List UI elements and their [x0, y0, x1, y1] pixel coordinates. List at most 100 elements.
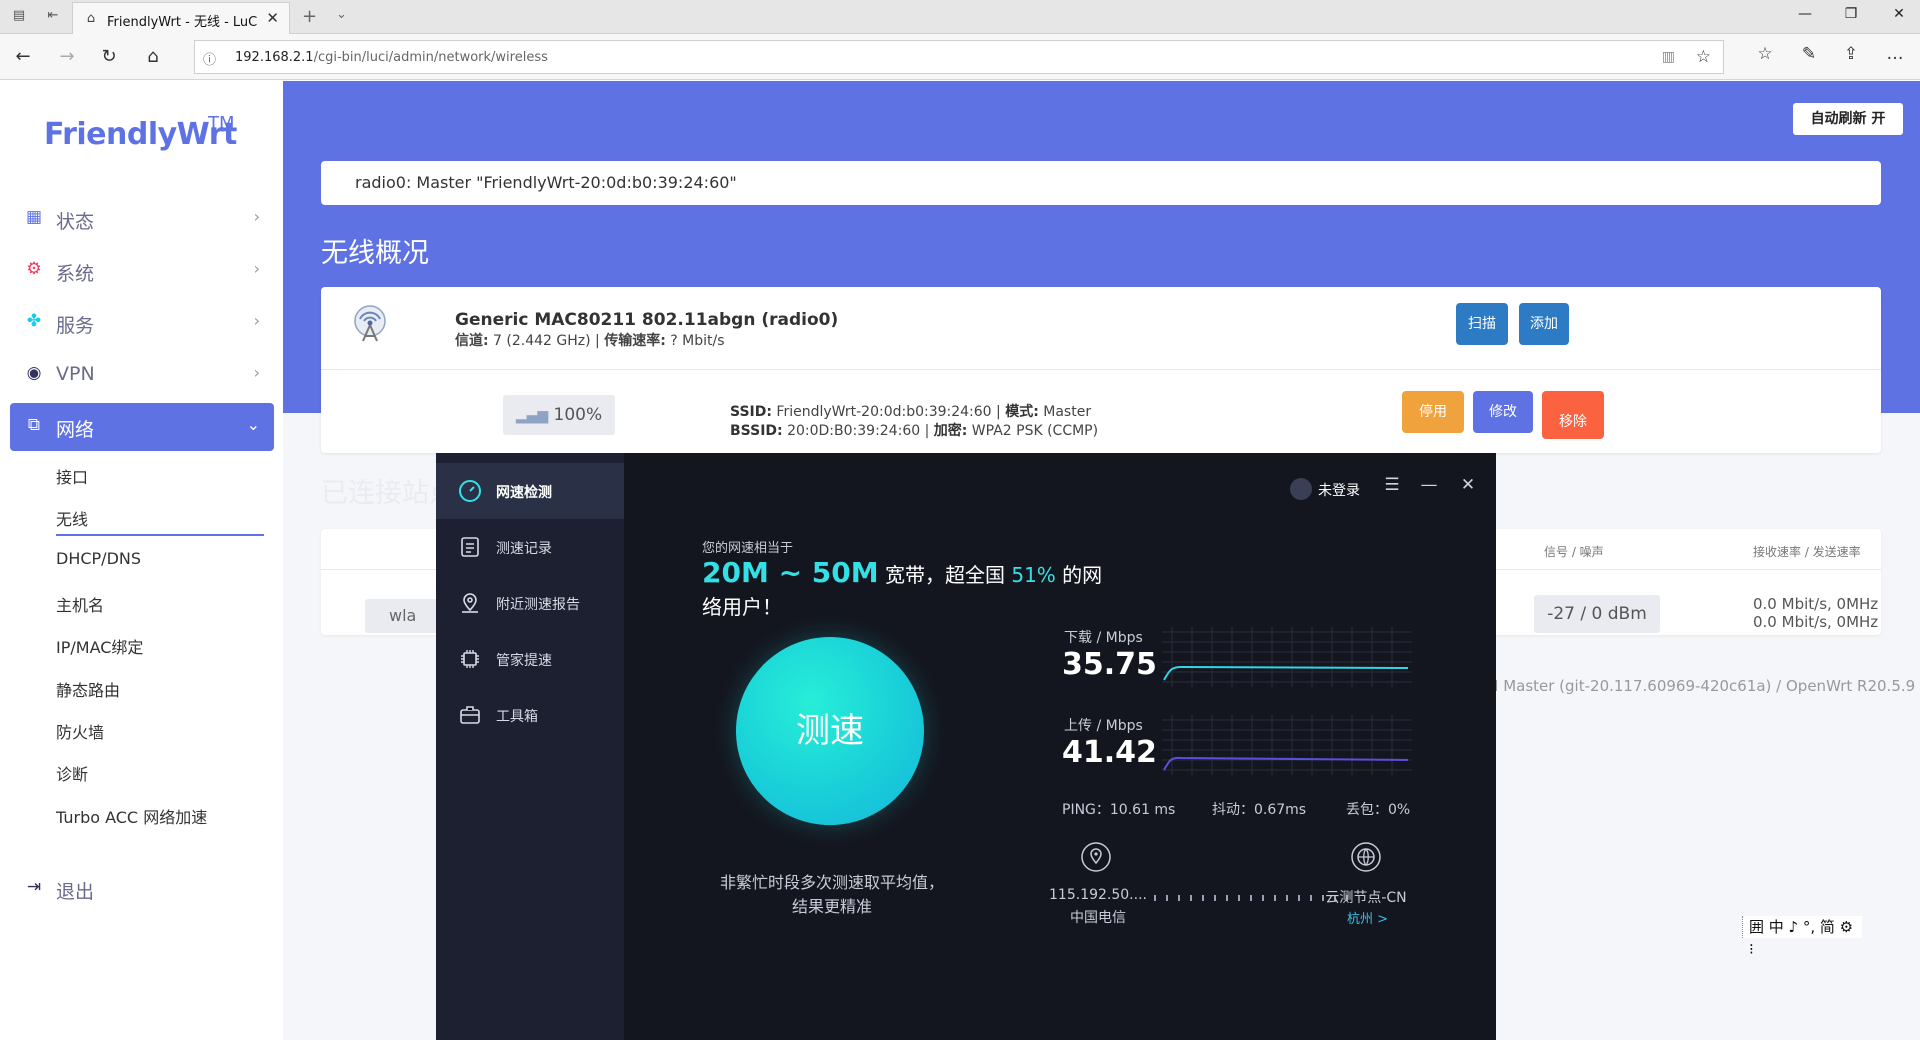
nav-nearby-report[interactable]: 附近测速报告: [436, 575, 624, 631]
menu-label: 状态: [56, 211, 95, 233]
speedometer-icon: [459, 480, 481, 502]
mode-label: 模式:: [1005, 404, 1039, 420]
radio-status-bar: radio0: Master "FriendlyWrt-20:0d:b0:39:…: [321, 161, 1881, 205]
nav-toolbox[interactable]: 工具箱: [436, 687, 624, 743]
autorefresh-button[interactable]: 自动刷新 开: [1793, 103, 1903, 135]
tab-overview-icon[interactable]: ▤: [10, 8, 28, 24]
menu-item-status[interactable]: ▦ 状态 ›: [10, 195, 274, 241]
submenu-ip-mac-binding[interactable]: IP/MAC绑定: [56, 634, 143, 658]
grid-icon: ▦: [25, 207, 43, 227]
start-test-button[interactable]: 测速: [736, 637, 924, 825]
logout-icon: ⇥: [26, 877, 42, 897]
new-tab-icon[interactable]: +: [302, 6, 317, 27]
menu-item-logout[interactable]: ⇥ 退出: [10, 865, 274, 911]
result-percent: 51%: [1011, 563, 1056, 587]
menu-item-network[interactable]: ⧉ 网络 ⌄: [10, 403, 274, 451]
disable-button[interactable]: 停用: [1402, 391, 1464, 433]
tab-title: FriendlyWrt - 无线 - LuC: [107, 15, 257, 30]
favorite-star-icon[interactable]: ☆: [1696, 47, 1711, 67]
signal-bars-icon: ▂▄▆: [515, 408, 549, 424]
browser-tab[interactable]: ⌂ FriendlyWrt - 无线 - LuC ✕: [72, 2, 290, 34]
submenu-dhcp-dns[interactable]: DHCP/DNS: [56, 549, 141, 568]
favorites-list-icon[interactable]: ☆: [1752, 44, 1778, 64]
signal-value: 100%: [553, 405, 603, 425]
server-city-link[interactable]: 杭州 >: [1347, 908, 1388, 927]
submenu-diagnostics[interactable]: 诊断: [56, 761, 88, 785]
user-status: 未登录: [1318, 483, 1360, 499]
channel-value: 7 (2.442 GHz) |: [488, 333, 605, 349]
forward-icon[interactable]: →: [54, 44, 80, 70]
location-pin-icon: [462, 593, 478, 613]
chip-icon: [461, 650, 479, 668]
wireless-device-icon: [354, 305, 386, 342]
browser-nav-bar: ← → ↻ ⌂ ⓘ 192.168.2.1/cgi-bin/luci/admin…: [0, 34, 1920, 80]
close-icon[interactable]: ✕: [1458, 475, 1478, 495]
menu-icon[interactable]: ☰: [1382, 475, 1402, 495]
home-icon[interactable]: ⌂: [140, 44, 166, 70]
nav-label: 工具箱: [496, 709, 538, 725]
menu-item-vpn[interactable]: ◉ VPN ›: [10, 351, 274, 397]
menu-item-services[interactable]: ✤ 服务 ›: [10, 299, 274, 345]
download-graph: [1162, 627, 1412, 687]
restore-icon[interactable]: ❐: [1836, 6, 1866, 22]
tab-aside-icon[interactable]: ⇤: [44, 8, 62, 24]
ssid-label: SSID:: [730, 404, 772, 420]
result-range: 20M ~ 50M: [702, 556, 879, 589]
server-node: 云测节点-CN: [1325, 890, 1407, 906]
download-label: 下载 / Mbps: [1064, 630, 1143, 646]
submenu-interfaces[interactable]: 接口: [56, 464, 88, 488]
submenu-firewall[interactable]: 防火墙: [56, 719, 104, 743]
divider: [321, 369, 1881, 370]
result-text: 宽带，超全国: [878, 563, 1012, 587]
avatar: [1290, 478, 1312, 500]
refresh-icon[interactable]: ↻: [96, 44, 122, 70]
close-window-icon[interactable]: ✕: [1884, 6, 1914, 22]
minimize-icon[interactable]: —: [1419, 475, 1439, 495]
reading-view-icon[interactable]: ▥: [1662, 49, 1675, 65]
url-host: 192.168.2.1: [235, 50, 314, 65]
result-intro: 您的网速相当于: [702, 541, 794, 556]
back-icon[interactable]: ←: [10, 44, 36, 70]
edit-button[interactable]: 修改: [1473, 391, 1533, 433]
submenu-hostnames[interactable]: 主机名: [56, 592, 104, 616]
minimize-icon[interactable]: —: [1790, 6, 1820, 22]
loss-stat: 丢包：0%: [1346, 802, 1411, 818]
server-globe-icon: [1351, 842, 1381, 872]
submenu-wireless[interactable]: 无线: [56, 506, 88, 530]
nav-speed-test[interactable]: 网速检测: [436, 463, 624, 519]
user-login[interactable]: 未登录: [1290, 477, 1370, 501]
url-text[interactable]: 192.168.2.1/cgi-bin/luci/admin/network/w…: [235, 50, 548, 65]
tab-close-icon[interactable]: ✕: [266, 9, 279, 27]
interface-name: wla: [389, 606, 417, 625]
rate-label: 传输速率:: [604, 333, 666, 349]
site-info-icon[interactable]: ⓘ: [203, 49, 216, 68]
bssid-line: BSSID: 20:0D:B0:39:24:60 | 加密: WPA2 PSK …: [730, 420, 1098, 440]
add-button[interactable]: 添加: [1519, 303, 1569, 345]
speedtest-sidebar: 网速检测 测速记录 附近测速报告 管家提速 工具箱: [436, 453, 624, 1040]
remove-button[interactable]: 移除: [1542, 391, 1604, 439]
scan-button[interactable]: 扫描: [1456, 303, 1508, 345]
column-rx-tx: 接收速率 / 发送速率: [1753, 545, 1861, 559]
gear-icon: ⚙: [26, 259, 42, 279]
nav-speed-history[interactable]: 测速记录: [436, 519, 624, 575]
more-icon[interactable]: …: [1882, 44, 1908, 64]
device-title: Generic MAC80211 802.11abgn (radio0): [455, 310, 839, 330]
upload-value: 41.42: [1062, 735, 1157, 770]
interface-badge: wla: [365, 599, 445, 633]
chevron-down-icon: ⌄: [246, 415, 260, 434]
document-icon: [461, 537, 479, 557]
menu-item-system[interactable]: ⚙ 系统 ›: [10, 247, 274, 293]
client-isp: 中国电信: [1070, 910, 1126, 926]
submenu-turbo-acc[interactable]: Turbo ACC 网络加速: [56, 804, 207, 828]
pen-icon[interactable]: ✎: [1796, 44, 1822, 64]
menu-label: 网络: [56, 419, 95, 441]
ime-toolbar[interactable]: 囲 中 ♪ °, 简 ⚙ ⁝: [1742, 916, 1862, 958]
share-icon[interactable]: ⇪: [1838, 44, 1864, 64]
puzzle-icon: ✤: [26, 311, 42, 331]
tab-list-chevron-icon[interactable]: ⌄: [336, 7, 347, 22]
address-bar[interactable]: ⓘ 192.168.2.1/cgi-bin/luci/admin/network…: [194, 40, 1724, 74]
upload-label: 上传 / Mbps: [1064, 718, 1143, 734]
network-icon: ⧉: [27, 415, 41, 435]
submenu-static-routes[interactable]: 静态路由: [56, 677, 120, 701]
nav-accelerate[interactable]: 管家提速: [436, 631, 624, 687]
